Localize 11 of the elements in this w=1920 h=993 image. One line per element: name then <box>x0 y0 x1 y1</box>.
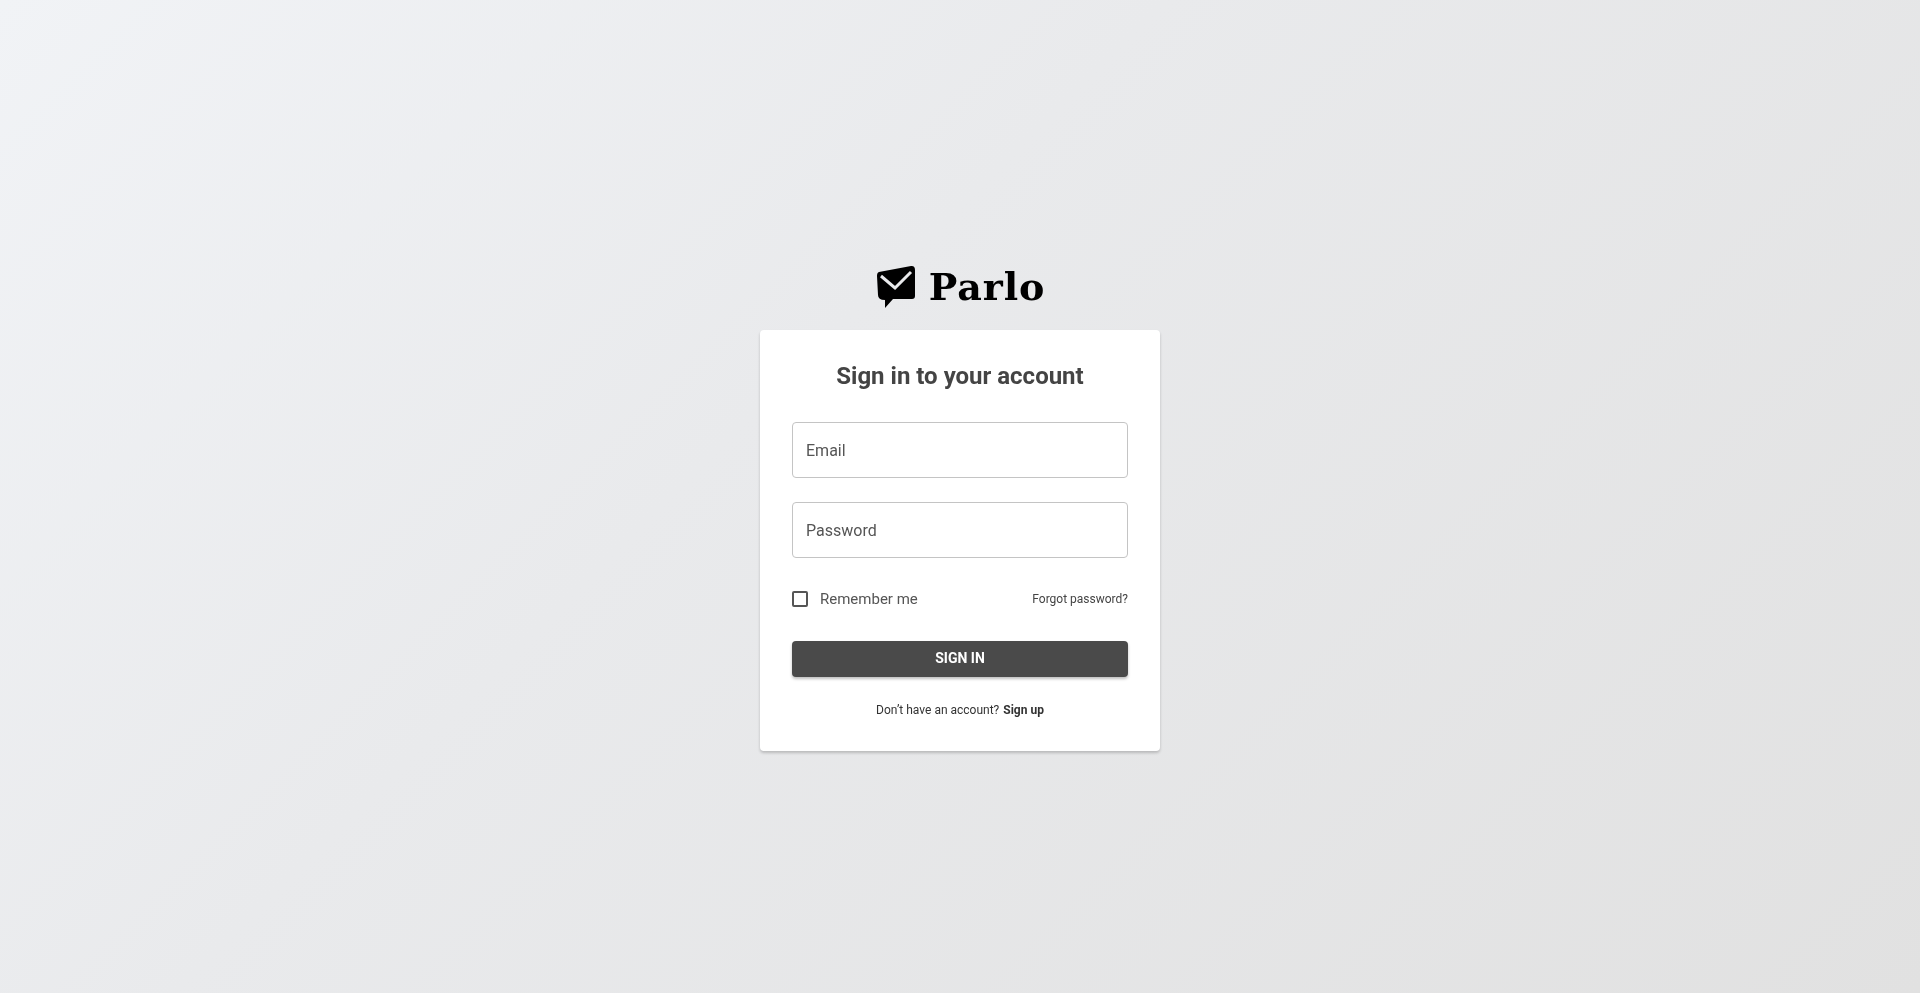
input-field[interactable]: Password <box>792 502 1128 558</box>
remember-label: Remember me <box>820 589 918 610</box>
sign-in-button[interactable]: SIGN IN <box>792 640 1128 677</box>
no-account-text: Don’t have an account? <box>876 701 1000 719</box>
chat-mail-logo-icon <box>874 264 917 310</box>
logo-wordmark: Parlo <box>928 268 1046 306</box>
forgot-password-link[interactable]: Forgot password? <box>1032 590 1128 609</box>
input-field[interactable]: Email <box>792 422 1128 478</box>
sign-up-link[interactable]: Sign up <box>1003 700 1044 719</box>
remember-checkbox[interactable] <box>792 591 808 608</box>
card-title: Sign in to your account <box>835 361 1085 392</box>
